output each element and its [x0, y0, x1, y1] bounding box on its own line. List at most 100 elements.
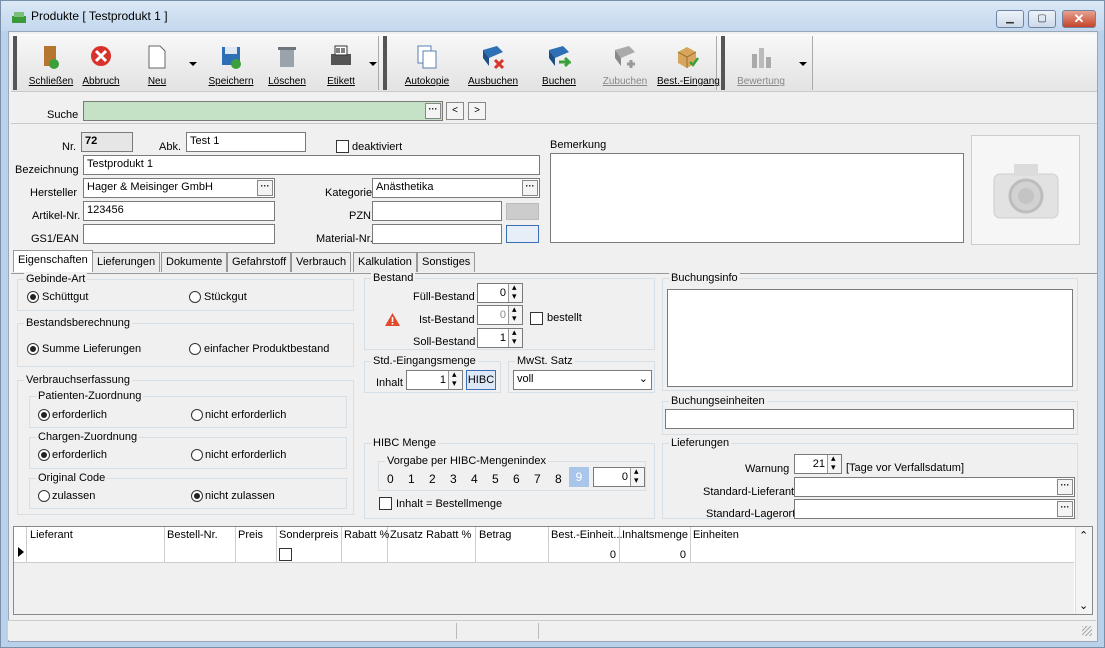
- booking-units-input[interactable]: [665, 409, 1074, 429]
- col-supplier[interactable]: Lieferant: [30, 529, 73, 541]
- pzn-button[interactable]: [506, 203, 539, 220]
- sum-deliveries-radio[interactable]: [27, 343, 39, 355]
- batch-not-required-radio[interactable]: [191, 449, 203, 461]
- close-window-button[interactable]: ✕: [1062, 10, 1096, 28]
- delete-button[interactable]: Löschen: [261, 40, 313, 88]
- tab-documents[interactable]: Dokumente: [161, 252, 228, 272]
- col-extra-discount[interactable]: Zusatz Rabatt %: [390, 529, 471, 541]
- search-input[interactable]: ···: [83, 101, 443, 121]
- save-button[interactable]: Speichern: [205, 40, 257, 88]
- actual-stock-spinner[interactable]: 0: [477, 304, 523, 325]
- warning-arrows[interactable]: [827, 453, 841, 473]
- col-discount[interactable]: Rabatt %: [344, 529, 389, 541]
- content-arrows[interactable]: [448, 369, 462, 389]
- storage-input[interactable]: ···: [794, 499, 1075, 519]
- rating-dropdown-arrow[interactable]: [799, 62, 807, 66]
- manufacturer-browse-button[interactable]: ···: [257, 180, 273, 196]
- special-price-checkbox[interactable]: [279, 548, 292, 561]
- label-dropdown-arrow[interactable]: [369, 62, 377, 66]
- book-in-button[interactable]: Zubuchen: [599, 40, 651, 88]
- grid-scrollbar[interactable]: ⌃ ⌄: [1075, 527, 1092, 614]
- booking-info-textarea[interactable]: [667, 289, 1073, 387]
- batch-required-radio[interactable]: [38, 449, 50, 461]
- hibc-index-7[interactable]: 7: [534, 472, 541, 486]
- autocopy-button[interactable]: Autokopie: [401, 40, 453, 88]
- col-price[interactable]: Preis: [238, 529, 263, 541]
- target-stock-spinner[interactable]: 1: [477, 327, 523, 348]
- hibc-index-5[interactable]: 5: [492, 472, 499, 486]
- fill-stock-spinner[interactable]: 0: [477, 282, 523, 303]
- col-order-unit[interactable]: Best.-Einheit...: [551, 529, 623, 541]
- next-button[interactable]: >: [468, 102, 486, 120]
- hibc-index-4[interactable]: 4: [471, 472, 478, 486]
- hibc-index-3[interactable]: 3: [450, 472, 457, 486]
- content-spinner[interactable]: 1: [406, 369, 463, 390]
- product-image[interactable]: [971, 135, 1080, 245]
- gs1-input[interactable]: [83, 224, 275, 244]
- category-input[interactable]: Anästhetika ···: [372, 178, 540, 198]
- fill-stock-arrows[interactable]: [508, 282, 522, 302]
- row-best-unit[interactable]: 0: [594, 549, 616, 561]
- order-receipt-button[interactable]: Best.-Eingang: [657, 40, 720, 88]
- title-bar[interactable]: Produkte [ Testprodukt 1 ] ▁ ▢ ✕: [1, 1, 1104, 31]
- label-button[interactable]: Etikett: [315, 40, 367, 88]
- minimize-button[interactable]: ▁: [996, 10, 1024, 28]
- patient-not-required-radio[interactable]: [191, 409, 203, 421]
- hibc-arrows[interactable]: [630, 466, 644, 486]
- storage-browse-button[interactable]: ···: [1057, 501, 1073, 517]
- col-units[interactable]: Einheiten: [693, 529, 739, 541]
- code-disallow-radio[interactable]: [191, 490, 203, 502]
- col-amount[interactable]: Betrag: [479, 529, 511, 541]
- rating-button[interactable]: Bewertung: [735, 40, 787, 88]
- supplier-browse-button[interactable]: ···: [1057, 479, 1073, 495]
- resize-grip-icon[interactable]: [1082, 626, 1092, 636]
- simple-stock-radio[interactable]: [189, 343, 201, 355]
- book-out-button[interactable]: Ausbuchen: [467, 40, 519, 88]
- hibc-index-9[interactable]: 9: [569, 467, 589, 487]
- cancel-button[interactable]: Abbruch: [75, 40, 127, 88]
- designation-input[interactable]: Testprodukt 1: [83, 155, 540, 175]
- close-button[interactable]: Schließen: [25, 40, 77, 88]
- tab-deliveries[interactable]: Lieferungen: [92, 252, 161, 272]
- hibc-spinner[interactable]: 0: [593, 466, 645, 487]
- manufacturer-input[interactable]: Hager & Meisinger GmbH ···: [83, 178, 275, 198]
- ordered-checkbox[interactable]: [530, 312, 543, 325]
- tab-other[interactable]: Sonstiges: [417, 252, 476, 272]
- vat-select[interactable]: voll ⌄: [513, 370, 652, 390]
- col-content-qty[interactable]: Inhaltsmenge: [622, 529, 688, 541]
- actual-stock-arrows[interactable]: [508, 304, 522, 324]
- search-browse-button[interactable]: ···: [425, 103, 441, 119]
- new-button[interactable]: Neu: [131, 40, 183, 88]
- col-special-price[interactable]: Sonderpreis: [279, 529, 338, 541]
- hibc-index-2[interactable]: 2: [429, 472, 436, 486]
- hibc-index-6[interactable]: 6: [513, 472, 520, 486]
- pzn-input[interactable]: [372, 201, 502, 221]
- bulk-radio[interactable]: [27, 291, 39, 303]
- tab-consumption[interactable]: Verbrauch: [291, 252, 352, 272]
- maximize-button[interactable]: ▢: [1028, 10, 1056, 28]
- hibc-button[interactable]: HIBC: [466, 370, 496, 390]
- col-order-nr[interactable]: Bestell-Nr.: [167, 529, 218, 541]
- new-dropdown-arrow[interactable]: [189, 62, 197, 66]
- material-button[interactable]: [506, 225, 539, 243]
- prev-button[interactable]: <: [446, 102, 464, 120]
- hibc-index-0[interactable]: 0: [387, 472, 394, 486]
- patient-required-radio[interactable]: [38, 409, 50, 421]
- hibc-index-8[interactable]: 8: [555, 472, 562, 486]
- code-allow-radio[interactable]: [38, 490, 50, 502]
- tab-hazard[interactable]: Gefahrstoff: [227, 252, 292, 272]
- article-input[interactable]: 123456: [83, 201, 275, 221]
- target-stock-arrows[interactable]: [508, 327, 522, 347]
- warning-spinner[interactable]: 21: [794, 453, 842, 474]
- hibc-index-1[interactable]: 1: [408, 472, 415, 486]
- remark-textarea[interactable]: [550, 153, 964, 243]
- row-content-qty[interactable]: 0: [664, 549, 686, 561]
- tab-properties[interactable]: Eigenschaften: [13, 250, 93, 272]
- abk-input[interactable]: Test 1: [186, 132, 306, 152]
- tab-calculation[interactable]: Kalkulation: [353, 252, 417, 272]
- supplier-input[interactable]: ···: [794, 477, 1075, 497]
- deactivated-checkbox[interactable]: [336, 140, 349, 153]
- scroll-down-icon[interactable]: ⌄: [1079, 599, 1088, 612]
- category-browse-button[interactable]: ···: [522, 180, 538, 196]
- scroll-up-icon[interactable]: ⌃: [1079, 529, 1088, 542]
